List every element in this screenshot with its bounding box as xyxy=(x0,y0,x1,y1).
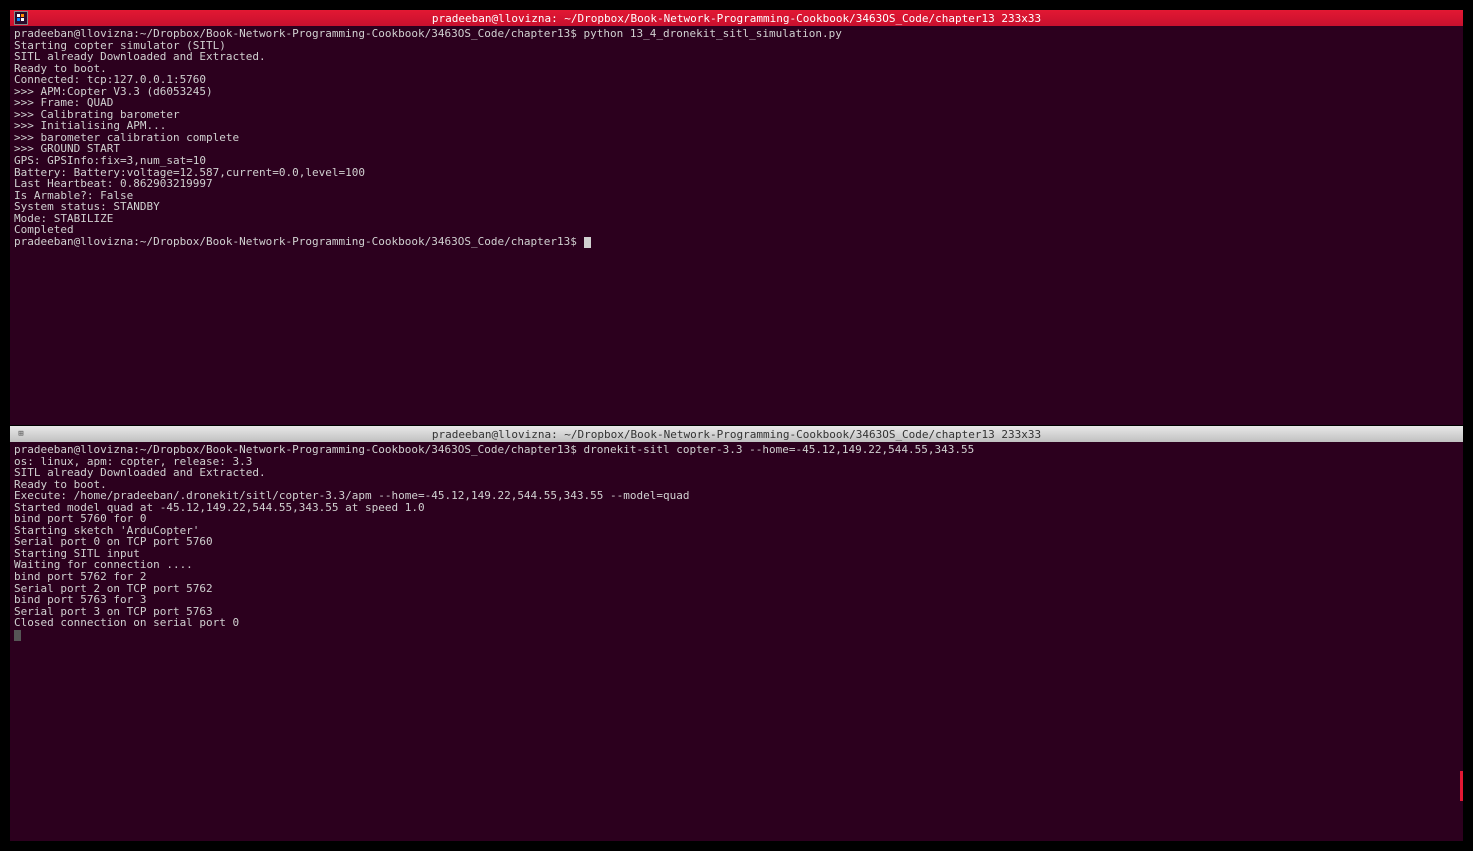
scrollbar-marker-icon xyxy=(1460,771,1463,801)
prompt-cursor-line: pradeeban@llovizna:~/Dropbox/Book-Networ… xyxy=(14,235,584,248)
window-icon xyxy=(14,11,28,25)
titlebar-top[interactable]: pradeeban@llovizna: ~/Dropbox/Book-Netwo… xyxy=(10,10,1463,26)
terminal-window: pradeeban@llovizna: ~/Dropbox/Book-Netwo… xyxy=(8,8,1465,843)
titlebar-title-top: pradeeban@llovizna: ~/Dropbox/Book-Netwo… xyxy=(10,12,1463,25)
titlebar-title-bottom: pradeeban@llovizna: ~/Dropbox/Book-Netwo… xyxy=(10,428,1463,441)
output-line: Closed connection on serial port 0 xyxy=(14,616,239,629)
terminal-output-bottom[interactable]: pradeeban@llovizna:~/Dropbox/Book-Networ… xyxy=(10,442,1463,841)
cursor-icon xyxy=(584,237,591,248)
titlebar-bottom[interactable]: ⊞ pradeeban@llovizna: ~/Dropbox/Book-Net… xyxy=(10,426,1463,442)
cursor-icon xyxy=(14,630,21,641)
terminal-pane-bottom[interactable]: ⊞ pradeeban@llovizna: ~/Dropbox/Book-Net… xyxy=(10,426,1463,841)
terminal-output-top[interactable]: pradeeban@llovizna:~/Dropbox/Book-Networ… xyxy=(10,26,1463,425)
window-icon: ⊞ xyxy=(14,427,28,441)
terminal-pane-top[interactable]: pradeeban@llovizna: ~/Dropbox/Book-Netwo… xyxy=(10,10,1463,426)
